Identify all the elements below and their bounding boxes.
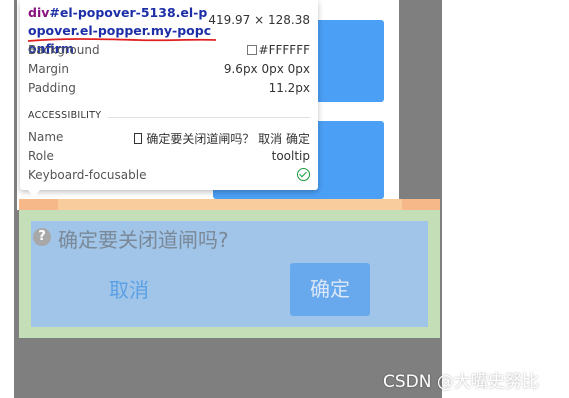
highlight-margin bbox=[19, 199, 440, 210]
name-value-text: 确定要关闭道闸吗？ 取消 确定 bbox=[146, 132, 310, 146]
role-value: tooltip bbox=[271, 149, 310, 163]
keyboard-row: Keyboard-focusable bbox=[28, 168, 310, 186]
padding-label: Padding bbox=[28, 81, 76, 95]
name-label: Name bbox=[28, 130, 64, 144]
devtools-inspect-tooltip: div#el-popover-5138.el-popover.el-popper… bbox=[20, 0, 318, 190]
role-row: Role tooltip bbox=[28, 149, 310, 167]
cancel-button[interactable]: 取消 bbox=[90, 271, 168, 309]
element-dimensions: 419.97 × 128.38 bbox=[208, 13, 310, 27]
question-circle-icon: ? bbox=[33, 228, 51, 246]
keyboard-value bbox=[297, 168, 310, 182]
keyboard-label: Keyboard-focusable bbox=[28, 168, 147, 182]
margin-value: 9.6px 0px 0px bbox=[223, 62, 310, 76]
background-value-text: #FFFFFF bbox=[258, 43, 310, 57]
role-label: Role bbox=[28, 149, 54, 163]
margin-label: Margin bbox=[28, 62, 69, 76]
check-circle-icon bbox=[297, 168, 310, 181]
glyph-box-icon bbox=[134, 133, 143, 144]
tooltip-arrow bbox=[27, 189, 41, 197]
background-row: Background #FFFFFF bbox=[28, 43, 310, 61]
padding-row: Padding 11.2px bbox=[28, 81, 310, 99]
background-label: Background bbox=[28, 43, 100, 57]
selector-tag: div bbox=[28, 5, 50, 20]
name-row: Name 确定要关闭道闸吗？ 取消 确定 bbox=[28, 130, 310, 148]
padding-value: 11.2px bbox=[268, 81, 310, 95]
section-divider bbox=[108, 117, 310, 118]
color-swatch-icon bbox=[246, 45, 257, 55]
page-background: ? 确定要关闭道闸吗? 取消 确定 div#el-popover-5138.el… bbox=[0, 0, 569, 398]
background-value: #FFFFFF bbox=[246, 43, 310, 57]
popconfirm-question: 确定要关闭道闸吗? bbox=[58, 228, 229, 252]
watermark: CSDN @大嘴史努比 bbox=[383, 372, 539, 392]
red-underline-annotation bbox=[27, 38, 217, 42]
margin-row: Margin 9.6px 0px 0px bbox=[28, 62, 310, 80]
confirm-button[interactable]: 确定 bbox=[290, 263, 370, 316]
name-value: 确定要关闭道闸吗？ 取消 确定 bbox=[134, 130, 310, 147]
accessibility-heading: ACCESSIBILITY bbox=[28, 110, 102, 121]
highlight-margin-inner bbox=[58, 199, 402, 210]
